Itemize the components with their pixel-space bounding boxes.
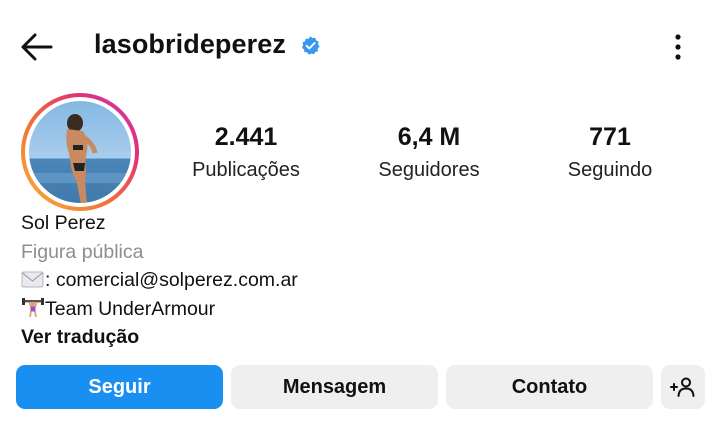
back-button[interactable]: [18, 28, 56, 66]
verified-badge-icon: [301, 36, 320, 55]
bio-team-line: Team UnderArmour: [21, 295, 681, 324]
stat-posts[interactable]: 2.441 Publicações: [170, 122, 322, 182]
top-bar: lasobrideperez: [0, 0, 720, 92]
follow-button[interactable]: Seguir: [16, 365, 223, 409]
profile-bio: Sol Perez Figura pública : comercial@sol…: [21, 209, 681, 352]
profile-display-name: Sol Perez: [21, 212, 106, 234]
suggested-users-button[interactable]: [661, 365, 705, 409]
see-translation-link[interactable]: Ver tradução: [21, 323, 681, 352]
profile-category: Figura pública: [21, 240, 144, 263]
stat-followers-label: Seguidores: [378, 159, 480, 181]
stat-followers[interactable]: 6,4 M Seguidores: [353, 122, 505, 182]
add-user-icon: [670, 377, 695, 397]
stat-followers-count: 6,4 M: [397, 123, 461, 151]
profile-avatar[interactable]: [21, 93, 139, 211]
message-button[interactable]: Mensagem: [231, 365, 438, 409]
stat-following-count: 771: [589, 123, 631, 151]
avatar: [21, 93, 139, 211]
more-vertical-icon: [675, 34, 681, 60]
more-options-button[interactable]: [664, 30, 692, 64]
weightlifter-icon: [21, 297, 45, 318]
stat-following-label: Seguindo: [567, 159, 653, 181]
arrow-left-icon: [21, 33, 53, 61]
stat-posts-count: 2.441: [214, 123, 278, 151]
contact-button[interactable]: Contato: [446, 365, 653, 409]
envelope-icon: [21, 269, 45, 289]
profile-username: lasobrideperez: [94, 29, 286, 59]
bio-team-text: Team UnderArmour: [45, 297, 216, 320]
bio-contact-text: : comercial@solperez.com.ar: [45, 269, 298, 291]
stat-following[interactable]: 771 Seguindo: [534, 122, 686, 182]
stat-posts-label: Publicações: [192, 159, 300, 181]
bio-contact-line: : comercial@solperez.com.ar: [21, 266, 681, 295]
